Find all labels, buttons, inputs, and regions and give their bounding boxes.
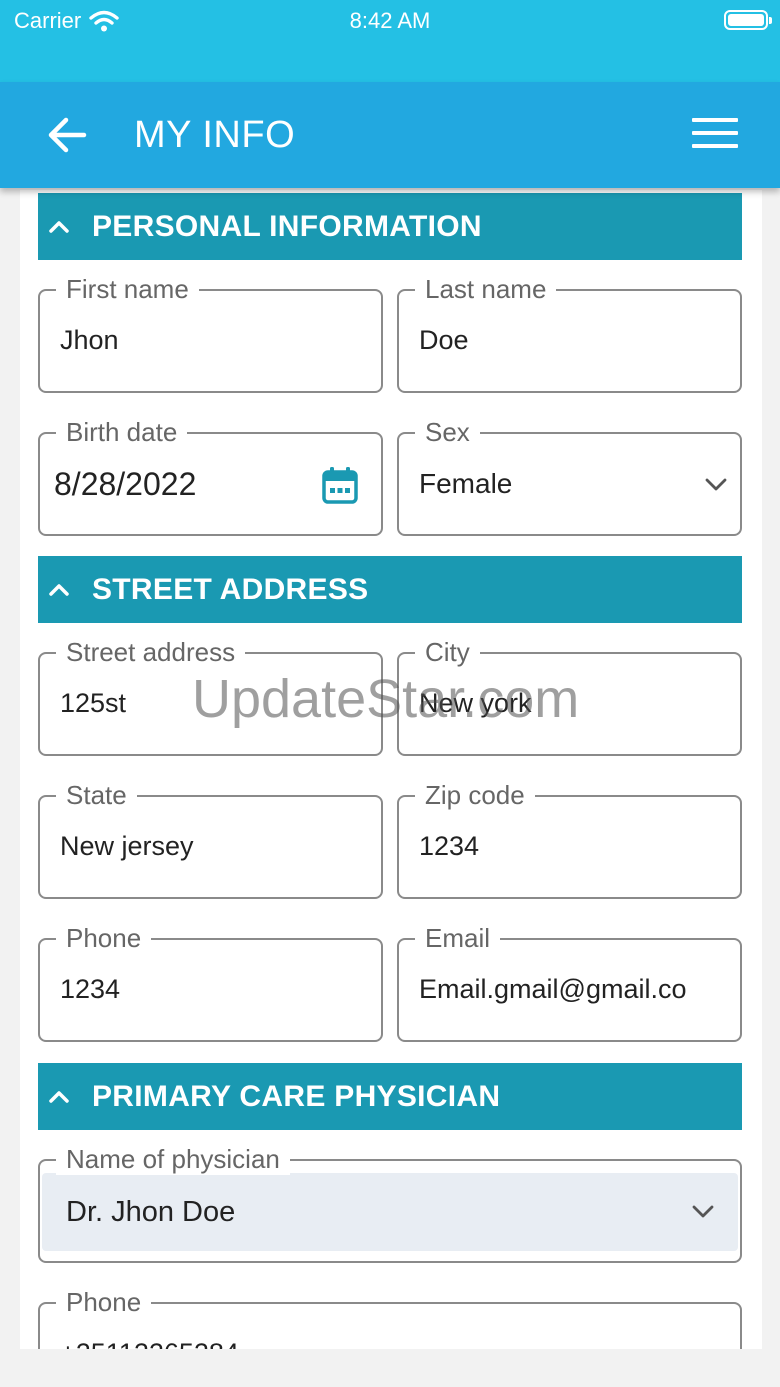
field-value: New jersey: [60, 831, 194, 861]
app-bar: MY INFO: [0, 82, 780, 188]
field-label: Phone: [56, 1286, 152, 1318]
field-value: 125st: [60, 688, 127, 718]
field-value: Dr. Jhon Doe: [66, 1196, 236, 1228]
field-value: 1234: [419, 831, 480, 861]
page-title: MY INFO: [134, 114, 296, 156]
calendar-icon[interactable]: [322, 466, 358, 504]
status-bar: Carrier 8:42 AM: [0, 0, 780, 82]
section-title: PRIMARY CARE PHYSICIAN: [92, 1079, 501, 1113]
chevron-up-icon: [49, 220, 69, 233]
chevron-up-icon: [49, 1090, 69, 1103]
field-label: State: [56, 779, 137, 811]
physician-name-select[interactable]: Name of physician Dr. Jhon Doe: [38, 1143, 742, 1263]
field-label: Name of physician: [56, 1143, 290, 1175]
chevron-up-icon: [49, 583, 69, 596]
field-value: Email.gmail@gmail.co: [419, 974, 687, 1004]
state-field[interactable]: State New jersey: [38, 779, 383, 899]
field-label: Zip code: [415, 779, 535, 811]
section-header-street-address[interactable]: STREET ADDRESS: [38, 556, 742, 623]
field-label: Last name: [415, 273, 557, 305]
field-value: Jhon: [60, 325, 119, 355]
section-header-personal-information[interactable]: PERSONAL INFORMATION: [38, 193, 742, 260]
sex-select[interactable]: Sex Female: [397, 416, 742, 536]
status-time: 8:42 AM: [349, 8, 431, 33]
zip-code-field[interactable]: Zip code 1234: [397, 779, 742, 899]
field-value: 8/28/2022: [54, 466, 197, 502]
field-value: 1234: [60, 974, 121, 1004]
first-name-field[interactable]: First name Jhon: [38, 273, 383, 393]
battery-icon: [724, 10, 772, 30]
birth-date-field[interactable]: Birth date 8/28/2022: [38, 416, 383, 536]
field-label: Email: [415, 922, 501, 954]
back-arrow-icon[interactable]: [44, 112, 90, 158]
physician-phone-field[interactable]: Phone +25112265284: [38, 1286, 742, 1349]
watermark-text: UpdateStar.com: [192, 669, 580, 729]
field-label: Phone: [56, 922, 152, 954]
field-label: Street address: [56, 636, 246, 668]
section-header-primary-care-physician[interactable]: PRIMARY CARE PHYSICIAN: [38, 1063, 742, 1130]
section-title: STREET ADDRESS: [92, 572, 369, 606]
field-label: First name: [56, 273, 199, 305]
section-title: PERSONAL INFORMATION: [92, 209, 482, 243]
field-label: Sex: [415, 416, 480, 448]
chevron-down-icon: [692, 1205, 714, 1218]
phone-field[interactable]: Phone 1234: [38, 922, 383, 1042]
email-field[interactable]: Email Email.gmail@gmail.co: [397, 922, 742, 1042]
my-info-form: PERSONAL INFORMATION First name Jhon Las…: [20, 190, 762, 1349]
field-label: City: [415, 636, 480, 668]
field-value: +25112265284: [60, 1338, 239, 1349]
field-value: Female: [419, 468, 513, 499]
field-value: Doe: [419, 325, 469, 355]
field-label: Birth date: [56, 416, 188, 448]
chevron-down-icon: [705, 478, 727, 491]
last-name-field[interactable]: Last name Doe: [397, 273, 742, 393]
hamburger-menu-icon[interactable]: [692, 118, 738, 152]
